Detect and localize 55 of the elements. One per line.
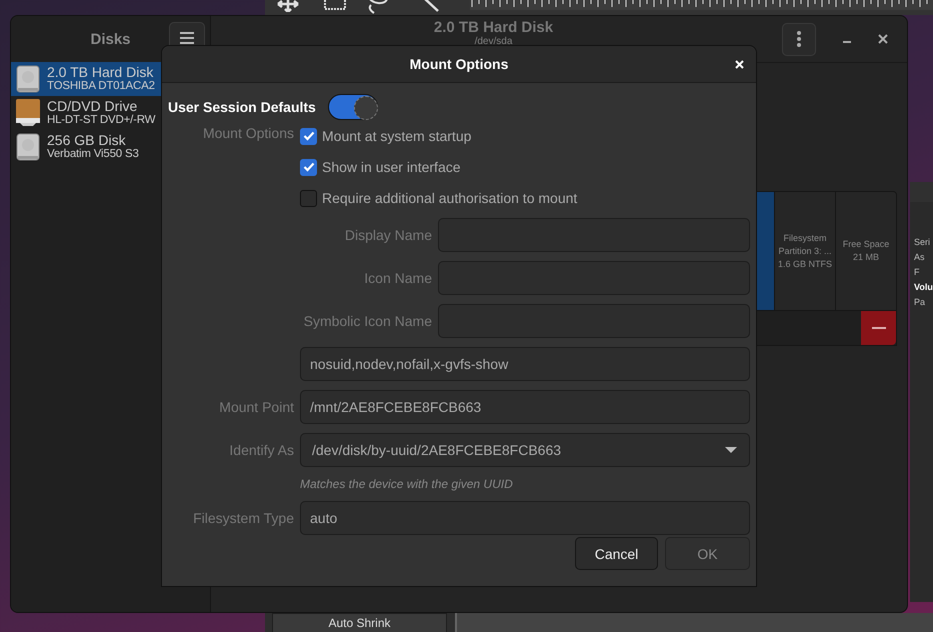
close-icon[interactable]	[878, 34, 888, 44]
kebab-icon	[796, 30, 802, 48]
free-space-segment[interactable]: Free Space 21 MB	[835, 192, 896, 310]
minus-icon	[872, 326, 886, 330]
menu-icon	[180, 32, 194, 44]
input-field[interactable]: auto	[300, 501, 750, 535]
sidebar-title: Disks	[90, 30, 131, 48]
dropdown-caret-icon	[725, 447, 737, 453]
field-label: Display Name	[344, 227, 432, 243]
check-icon	[302, 131, 314, 141]
field-label: Symbolic Icon Name	[302, 313, 432, 329]
input-field[interactable]: nosuid,nodev,nofail,x-gvfs-show	[300, 347, 750, 381]
partition-segment[interactable]: Filesystem Partition 3: ... 1.6 GB NTFS	[774, 192, 835, 310]
checkbox[interactable]	[300, 190, 317, 206]
more-button[interactable]	[782, 22, 816, 56]
dialog-button[interactable]: Cancel	[575, 537, 658, 570]
delete-partition-button[interactable]	[861, 311, 896, 345]
window-title: 2.0 TB Hard Disk	[434, 19, 554, 36]
auto-shrink-button[interactable]: Auto Shrink	[272, 613, 447, 632]
checkbox[interactable]	[300, 128, 317, 144]
label: Pa	[914, 297, 926, 308]
field-label: Icon Name	[363, 270, 432, 286]
hint-text: Matches the device with the given UUID	[300, 477, 514, 491]
device-model: Verbatim Vi550 S3	[47, 148, 139, 161]
checkbox[interactable]	[300, 158, 317, 176]
move-icon[interactable]	[275, 0, 301, 12]
checkbox-option[interactable]: Mount at system startup	[300, 128, 472, 144]
label: Volu	[914, 282, 933, 293]
input-field[interactable]: /mnt/2AE8FCEBE8FCB663	[300, 390, 750, 424]
device-name: 2.0 TB Hard Disk	[47, 65, 154, 80]
device-name: 256 GB Disk	[47, 133, 127, 148]
check-icon	[302, 162, 314, 172]
label: Seri	[914, 237, 932, 248]
device-name: CD/DVD Drive	[47, 99, 138, 114]
label: As	[914, 252, 926, 263]
optical-drive-icon	[16, 99, 40, 127]
dialog-title: Mount Options	[410, 56, 508, 72]
field-label: Identify As	[228, 442, 294, 458]
field-label: Filesystem Type	[192, 510, 294, 526]
section-title: User Session Defaults	[168, 99, 316, 115]
checkbox-label: Show in user interface	[322, 159, 461, 175]
window-subtitle: /dev/sda	[474, 36, 512, 47]
checkbox-label: Mount at system startup	[322, 128, 472, 144]
label: F	[914, 267, 920, 278]
segment-label: Filesystem Partition 3: ... 1.6 GB NTFS	[778, 232, 832, 270]
device-model: TOSHIBA DT01ACA2	[47, 80, 155, 93]
dropdown[interactable]: /dev/disk/by-uuid/2AE8FCEBE8FCB663	[300, 433, 750, 467]
field-label: Mount Options	[202, 125, 294, 141]
close-icon	[734, 60, 744, 68]
field-label: Mount Point	[218, 399, 294, 415]
segment-label: Free Space 21 MB	[842, 238, 890, 264]
toggle-switch[interactable]	[328, 94, 378, 120]
selection-icon[interactable]	[323, 0, 347, 12]
checkbox-option[interactable]: Show in user interface	[300, 158, 461, 176]
device-model: HL-DT-ST DVD+/-RW	[47, 114, 156, 127]
